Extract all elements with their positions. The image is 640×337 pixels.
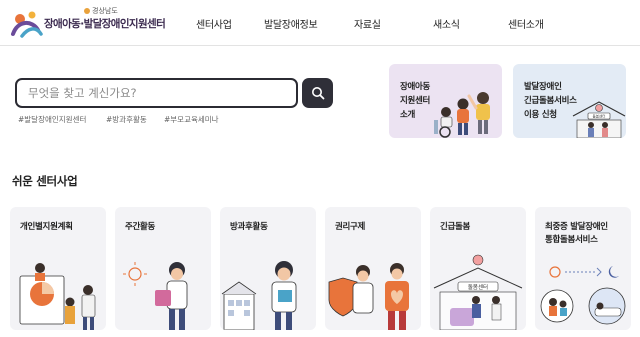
card-label-line: 긴급돌봄 [440, 222, 471, 232]
search-tag[interactable]: #부모교육세미나 [164, 114, 219, 125]
logo-region-text: 경상남도 [92, 7, 118, 15]
site-logo[interactable]: 경상남도 장애아동·발달장애인지원센터 [10, 4, 170, 42]
card-label: 개인별지원계획 [20, 221, 73, 234]
search-button[interactable] [302, 78, 333, 108]
people-illustration-icon [434, 92, 490, 138]
rights-shield-illustration-icon [328, 263, 409, 330]
logo-region: 경상남도 [84, 6, 118, 16]
search-input[interactable] [17, 80, 296, 106]
card-label-line: 권리구제 [335, 222, 366, 232]
site-header: 경상남도 장애아동·발달장애인지원센터 센터사업 발달장애정보 자료실 새소식 … [0, 0, 640, 46]
card-label: 방과후활동 [230, 221, 268, 234]
card-label-line: 통합돌봄서비스 [545, 235, 598, 245]
search-tag[interactable]: #발달장애인지원센터 [18, 114, 86, 125]
card-integrated-care[interactable]: 최중증 발달장애인 통합돌봄서비스 [535, 207, 631, 330]
main-nav: 센터사업 발달장애정보 자료실 새소식 센터소개 [180, 0, 640, 46]
promo-care-sign: 돌봄센터 [593, 114, 606, 119]
card-label-line: 개인별지원계획 [20, 222, 73, 232]
card-emergency-care[interactable]: 긴급돌봄 돌봄센터 [430, 207, 526, 330]
card-day-activity[interactable]: 주간활동 [115, 207, 211, 330]
planning-illustration-icon [19, 263, 96, 330]
card-individual-plan[interactable]: 개인별지원계획 [10, 207, 106, 330]
card-label-line: 주간활동 [125, 222, 156, 232]
section-title: 쉬운 센터사업 [12, 174, 78, 188]
nav-center-projects[interactable]: 센터사업 [196, 16, 232, 31]
card-after-school[interactable]: 방과후활동 [220, 207, 316, 330]
nav-resources[interactable]: 자료실 [354, 16, 381, 31]
promo-label-line: 장애아동 [400, 82, 431, 92]
search-box [15, 78, 298, 108]
search-icon [312, 87, 325, 100]
card-label: 주간활동 [125, 221, 155, 234]
promo-label-line: 지원센터 [400, 96, 431, 106]
card-label-line: 최중증 발달장애인 [545, 222, 608, 232]
nav-dev-disability-info[interactable]: 발달장애정보 [264, 16, 318, 31]
day-night-care-illustration-icon [540, 266, 626, 325]
promo-label-line: 발달장애인 [524, 82, 562, 92]
promo-label-line: 소개 [400, 110, 416, 120]
school-illustration-icon [221, 261, 297, 330]
promo-emergency-care[interactable]: 발달장애인 긴급돌봄서비스 이용 신청 돌봄센터 [513, 64, 626, 138]
day-activity-illustration-icon [123, 262, 188, 330]
nav-about-center[interactable]: 센터소개 [508, 16, 544, 31]
card-label-line: 방과후활동 [230, 222, 268, 232]
logo-name: 장애아동·발달장애인지원센터 [44, 18, 166, 30]
card-rights-relief[interactable]: 권리구제 [325, 207, 421, 330]
card-label: 최중증 발달장애인 통합돌봄서비스 [545, 221, 608, 247]
care-center-illustration-icon: 돌봄센터 [433, 254, 523, 330]
nav-news[interactable]: 새소식 [433, 16, 460, 31]
logo-mark-icon [11, 11, 43, 38]
region-emblem-icon [84, 8, 90, 14]
promo-center-intro[interactable]: 장애아동 지원센터 소개 [389, 64, 502, 138]
card-care-sign: 돌봄센터 [468, 283, 488, 291]
search-tag[interactable]: #방과후활동 [106, 114, 147, 125]
card-label: 긴급돌봄 [440, 221, 470, 234]
care-house-illustration-icon: 돌봄센터 [572, 101, 626, 138]
card-label: 권리구제 [335, 221, 365, 234]
promo-center-intro-label: 장애아동 지원센터 소개 [400, 80, 430, 122]
